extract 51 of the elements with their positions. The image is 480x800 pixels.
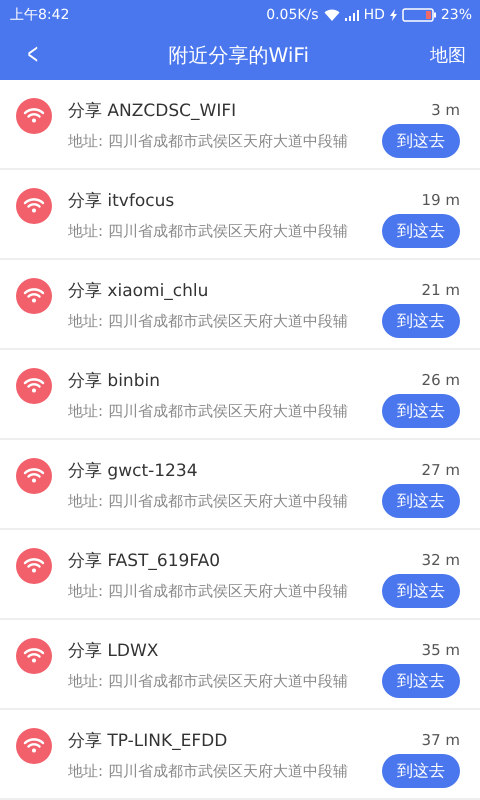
distance: 37 m — [422, 731, 460, 749]
go-button[interactable]: 到这去 — [382, 484, 460, 518]
distance: 19 m — [422, 191, 460, 209]
wifi-icon — [16, 368, 52, 404]
address: 地址: 四川省成都市武侯区天府大道中段辅 — [68, 402, 348, 420]
wifi-name: 分享 ANZCDSC_WIFI — [68, 100, 236, 122]
wifi-icon — [16, 278, 52, 314]
address: 地址: 四川省成都市武侯区天府大道中段辅 — [68, 222, 348, 240]
wifi-icon — [16, 728, 52, 764]
go-button[interactable]: 到这去 — [382, 664, 460, 698]
wifi-name: 分享 gwct-1234 — [68, 460, 198, 482]
distance: 27 m — [422, 461, 460, 479]
distance: 3 m — [431, 101, 460, 119]
back-button[interactable]: < — [24, 38, 42, 72]
distance: 32 m — [422, 551, 460, 569]
signal-icon — [344, 10, 359, 20]
go-button[interactable]: 到这去 — [382, 754, 460, 788]
status-time: 上午8:42 — [10, 6, 70, 24]
network-type: HD — [364, 7, 385, 23]
address: 地址: 四川省成都市武侯区天府大道中段辅 — [68, 582, 348, 600]
go-button[interactable]: 到这去 — [382, 124, 460, 158]
wifi-name: 分享 LDWX — [68, 640, 158, 662]
battery-level: 23% — [440, 7, 472, 23]
go-button[interactable]: 到这去 — [382, 214, 460, 248]
distance: 35 m — [422, 641, 460, 659]
distance: 26 m — [422, 371, 460, 389]
wifi-icon — [16, 638, 52, 674]
go-button[interactable]: 到这去 — [382, 574, 460, 608]
address: 地址: 四川省成都市武侯区天府大道中段辅 — [68, 762, 348, 780]
wifi-name: 分享 xiaomi_chlu — [68, 280, 208, 302]
page-title: 附近分享的WiFi — [168, 42, 310, 68]
wifi-name: 分享 TP-LINK_EFDD — [68, 730, 228, 752]
address: 地址: 四川省成都市武侯区天府大道中段辅 — [68, 492, 348, 510]
wifi-icon — [324, 9, 340, 21]
wifi-name: 分享 FAST_619FA0 — [68, 550, 220, 572]
wifi-icon — [16, 188, 52, 224]
distance: 21 m — [422, 281, 460, 299]
address: 地址: 四川省成都市武侯区天府大道中段辅 — [68, 672, 348, 690]
wifi-name: 分享 itvfocus — [68, 190, 174, 212]
network-speed: 0.05K/s — [266, 7, 319, 23]
map-button[interactable]: 地图 — [430, 43, 466, 67]
wifi-icon — [16, 98, 52, 134]
wifi-name: 分享 binbin — [68, 370, 160, 392]
go-button[interactable]: 到这去 — [382, 304, 460, 338]
wifi-icon — [16, 548, 52, 584]
address: 地址: 四川省成都市武侯区天府大道中段辅 — [68, 312, 348, 330]
charging-icon — [390, 9, 397, 21]
battery-icon — [402, 8, 436, 22]
address: 地址: 四川省成都市武侯区天府大道中段辅 — [68, 132, 348, 150]
go-button[interactable]: 到这去 — [382, 394, 460, 428]
wifi-icon — [16, 458, 52, 494]
